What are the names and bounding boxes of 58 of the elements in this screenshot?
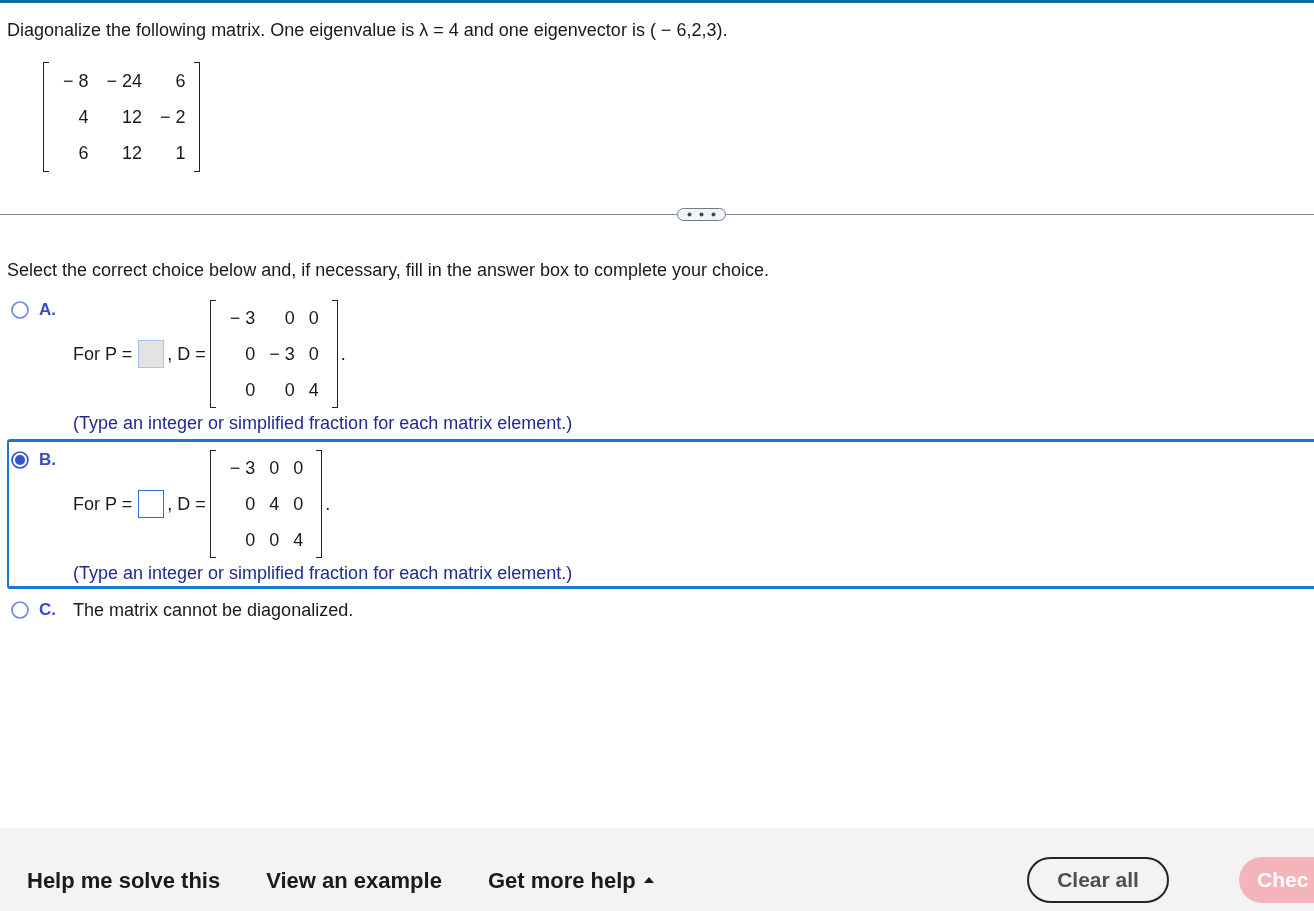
matrix-entry: − 3	[269, 343, 295, 366]
matrix-bracket-icon	[316, 450, 323, 558]
expand-button[interactable]	[677, 208, 726, 221]
footer-link[interactable]: View an example	[266, 863, 442, 897]
period-text: .	[325, 493, 331, 516]
caret-up-icon	[643, 877, 654, 883]
menu-button[interactable]: Get more help	[487, 863, 654, 897]
matrix-entry: 12	[121, 106, 143, 129]
matrix-bracket-icon	[209, 300, 216, 408]
matrix-entry: 0	[269, 457, 280, 480]
hint-text: (Type an integer or simplified fraction for each matrix element.)	[73, 412, 573, 435]
ellipsis-icon	[687, 212, 716, 217]
equation-label: , D =	[167, 493, 206, 516]
matrix-entry: 4	[269, 493, 280, 516]
matrix-entry: 0	[244, 493, 256, 516]
matrix-entry: − 8	[63, 70, 89, 93]
matrix-entry: − 3	[229, 307, 256, 330]
answer-box[interactable]	[138, 490, 165, 518]
matrix-entry: 0	[293, 457, 304, 480]
matrix-entry: − 24	[106, 70, 143, 93]
choice-text: The matrix cannot be diagonalized.	[73, 600, 354, 620]
hint-text: (Type an integer or simplified fraction for each matrix element.)	[73, 562, 573, 585]
equation-label: For P =	[73, 493, 133, 516]
radio-button[interactable]	[11, 451, 29, 469]
matrix-entry: 4	[293, 529, 304, 552]
matrix-entry: 4	[308, 379, 319, 402]
matrix-entry: 0	[308, 343, 319, 366]
matrix-entry: 0	[293, 493, 304, 516]
matrix-entry: 1	[174, 142, 186, 165]
question-text: Diagonalize the following matrix. One eigenvalue is λ = 4 and one eigenvector is ( − 6,2,3).	[7, 19, 729, 42]
matrix-entry: 0	[244, 343, 256, 366]
period-text: .	[340, 343, 346, 366]
matrix-bracket-icon	[209, 450, 216, 558]
matrix-bracket-icon	[193, 62, 200, 172]
radio-button[interactable]	[11, 601, 29, 619]
matrix-entry: 0	[283, 379, 295, 402]
matrix-bracket-icon	[331, 300, 338, 408]
matrix-entry: 0	[283, 307, 295, 330]
choice-letter: B.	[39, 450, 56, 470]
matrix-entry: 4	[77, 106, 89, 129]
equation-label: , D =	[167, 343, 206, 366]
matrix-entry: 6	[174, 70, 186, 93]
matrix-entry: 6	[77, 142, 89, 165]
radio-button[interactable]	[11, 301, 29, 319]
footer-link[interactable]: Help me solve this	[27, 863, 221, 897]
equation-label: For P =	[73, 343, 133, 366]
clear-button[interactable]: Clear all	[1027, 857, 1169, 903]
matrix-bracket-icon	[43, 62, 49, 172]
matrix-entry: 0	[244, 529, 256, 552]
choice-letter: A.	[39, 300, 56, 320]
matrix-entry: 0	[269, 529, 280, 552]
matrix-entry: 12	[121, 142, 143, 165]
matrix-entry: − 3	[229, 457, 256, 480]
matrix-entry: 0	[308, 307, 319, 330]
instruction-text: Select the correct choice below and, if necessary, fill in the answer box to complete your choice.	[6, 259, 771, 282]
matrix-entry: 0	[244, 379, 256, 402]
choice-letter: C.	[39, 600, 56, 620]
matrix-entry: − 2	[160, 106, 186, 129]
